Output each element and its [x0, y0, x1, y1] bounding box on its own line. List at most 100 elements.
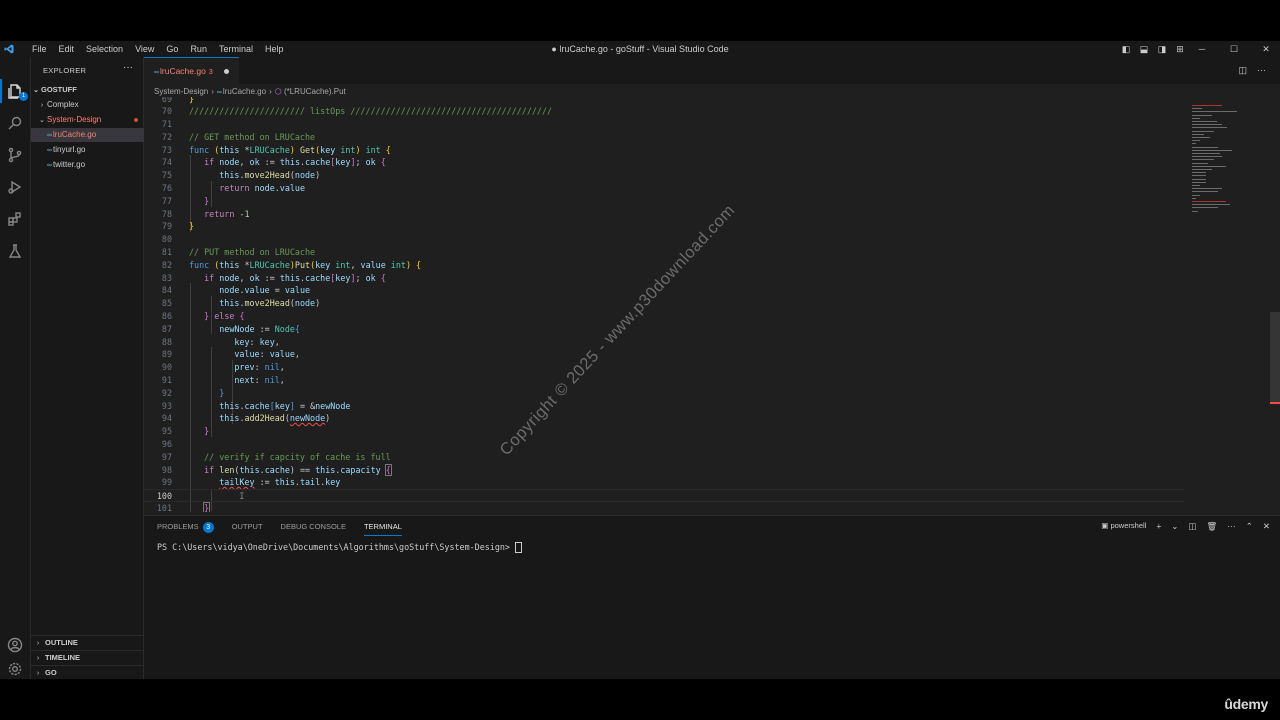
source-control-icon[interactable] [5, 145, 25, 165]
close-window-icon[interactable]: ✕ [1260, 43, 1272, 55]
minimap-line [1192, 188, 1222, 190]
line-number: 77 [161, 196, 172, 206]
code-line: 93 this.cache[key] = &newNode [144, 400, 1184, 413]
udemy-logo: ûdemy [1224, 696, 1268, 712]
run-debug-icon[interactable] [5, 177, 25, 197]
code-text: func (this *LRUCache)Put(key int, value … [189, 260, 422, 270]
maximize-icon[interactable]: ☐ [1228, 43, 1240, 55]
line-number: 80 [161, 234, 172, 244]
minimize-icon[interactable]: ─ [1196, 43, 1208, 55]
section-go[interactable]: › GO [31, 665, 143, 679]
tab-lrucache-go[interactable]: ∞lruCache.go 3 [144, 57, 239, 84]
search-icon[interactable] [5, 113, 25, 133]
code-text: tailKey := this.tail.key [219, 477, 341, 487]
code-line: 86 } else { [144, 310, 1184, 323]
maximize-panel-icon[interactable]: ⌃ [1246, 521, 1253, 532]
tab-problems[interactable]: PROBLEMS 3 [157, 522, 214, 536]
minimap-line [1192, 172, 1206, 174]
go-file-icon: ∞ [47, 162, 52, 169]
close-panel-icon[interactable]: ✕ [1263, 521, 1270, 532]
tree-item-label: System-Design [47, 115, 102, 124]
code-line: 81 // PUT method on LRUCache [144, 246, 1184, 259]
menu-file[interactable]: File [26, 43, 53, 55]
toggle-primary-sidebar-icon[interactable]: ◧ [1120, 43, 1132, 55]
terminal-output[interactable]: PS C:\Users\vidya\OneDrive\Documents\Alg… [157, 542, 522, 553]
minimap-line [1192, 191, 1218, 193]
chevron-down-icon[interactable]: ⌄ [1171, 521, 1178, 532]
settings-gear-icon[interactable] [5, 659, 25, 679]
menu-view[interactable]: View [129, 43, 160, 55]
title-bar: File Edit Selection View Go Run Terminal… [0, 41, 1280, 57]
tab-debug-console[interactable]: DEBUG CONSOLE [281, 522, 346, 536]
minimap-line [1192, 133, 1204, 135]
more-actions-icon[interactable]: ··· [123, 62, 133, 73]
terminal-prompt: PS C:\Users\vidya\OneDrive\Documents\Alg… [157, 542, 515, 552]
tab-output[interactable]: OUTPUT [232, 522, 263, 536]
section-timeline[interactable]: › TIMELINE [31, 650, 143, 665]
toggle-panel-icon[interactable]: ⬓ [1138, 43, 1150, 55]
line-number: 73 [161, 145, 172, 155]
tree-item-system-design[interactable]: ⌄ System-Design [31, 113, 149, 127]
minimap-line [1192, 137, 1210, 138]
line-number: 74 [161, 157, 172, 167]
more-actions-icon[interactable]: ··· [1227, 521, 1236, 532]
menu-selection[interactable]: Selection [80, 43, 129, 55]
code-comment: // PUT method on LRUCache [189, 247, 316, 257]
code-text: next: nil, [234, 375, 285, 385]
tree-item-twitter-go[interactable]: ∞twitter.go [31, 158, 159, 172]
split-editor-icon[interactable]: ◫ [1238, 65, 1247, 76]
workspace-root[interactable]: ⌄ GOSTUFF [31, 83, 143, 97]
code-line: 73 func (this *LRUCache) Get(key int) int… [144, 144, 1184, 157]
unsaved-dot-icon[interactable] [224, 69, 229, 74]
account-icon[interactable] [5, 635, 25, 655]
trash-icon[interactable]: 🗑 [1206, 521, 1217, 532]
line-number: 99 [161, 477, 172, 487]
panel-tabs: PROBLEMS 3 OUTPUT DEBUG CONSOLE TERMINAL [157, 522, 402, 536]
terminal-shell-selector[interactable]: ▣ powershell [1101, 521, 1146, 532]
extensions-icon[interactable] [5, 209, 25, 229]
files-icon[interactable]: 1 [5, 81, 28, 101]
code-line: 94 this.add2Head(newNode) [144, 412, 1184, 425]
testing-icon[interactable] [5, 241, 25, 261]
tab-label: lruCache.go [160, 66, 206, 76]
toggle-secondary-sidebar-icon[interactable]: ◨ [1156, 43, 1168, 55]
new-terminal-icon[interactable]: + [1156, 521, 1161, 532]
customize-layout-icon[interactable]: ⊞ [1174, 43, 1186, 55]
section-outline[interactable]: › OUTLINE [31, 635, 143, 650]
code-line: 97 // verify if capcity of cache is full [144, 451, 1184, 464]
breadcrumb-symbol[interactable]: (*LRUCache).Put [284, 87, 346, 96]
tree-item-lrucache-go[interactable]: ∞lruCache.go 3 [31, 128, 159, 142]
tree-item-tinyurl-go[interactable]: ∞tinyurl.go [31, 143, 159, 157]
minimap-line [1192, 159, 1214, 161]
menu-go[interactable]: Go [160, 43, 184, 55]
code-line: 74 if node, ok := this.cache[key]; ok { [144, 156, 1184, 169]
code-text: this.move2Head(node) [219, 298, 321, 308]
menu-run[interactable]: Run [184, 43, 213, 55]
menu-help[interactable]: Help [259, 43, 290, 55]
chevron-right-icon: › [269, 87, 272, 96]
line-number: 76 [161, 183, 172, 193]
code-area[interactable]: 69} 70/////////////////////// listOps //… [144, 97, 1184, 512]
code-comment: // GET method on LRUCache [189, 132, 316, 142]
split-terminal-icon[interactable]: ◫ [1188, 521, 1196, 532]
breadcrumb-folder[interactable]: System-Design [154, 87, 208, 96]
tree-item-complex[interactable]: › Complex [31, 98, 149, 112]
scrollbar-thumb[interactable] [1270, 312, 1280, 402]
line-number: 72 [161, 132, 172, 142]
breadcrumb-file[interactable]: lruCache.go [223, 87, 266, 96]
workspace-root-label: GOSTUFF [41, 85, 77, 94]
line-number: 93 [161, 401, 172, 411]
line-number: 89 [161, 349, 172, 359]
code-text: return node.value [219, 183, 306, 193]
code-line: 99 tailKey := this.tail.key [144, 476, 1184, 489]
menu-terminal[interactable]: Terminal [213, 43, 259, 55]
minimap[interactable] [1188, 97, 1272, 237]
more-actions-icon[interactable]: ··· [1257, 65, 1266, 76]
code-line: 101 } [144, 502, 1184, 512]
tab-terminal[interactable]: TERMINAL [363, 522, 402, 536]
chevron-down-icon: ⌄ [39, 117, 45, 124]
code-text: value: value, [234, 349, 300, 359]
menu-edit[interactable]: Edit [53, 43, 81, 55]
editor-scrollbar[interactable] [1270, 97, 1280, 512]
line-number: 82 [161, 260, 172, 270]
